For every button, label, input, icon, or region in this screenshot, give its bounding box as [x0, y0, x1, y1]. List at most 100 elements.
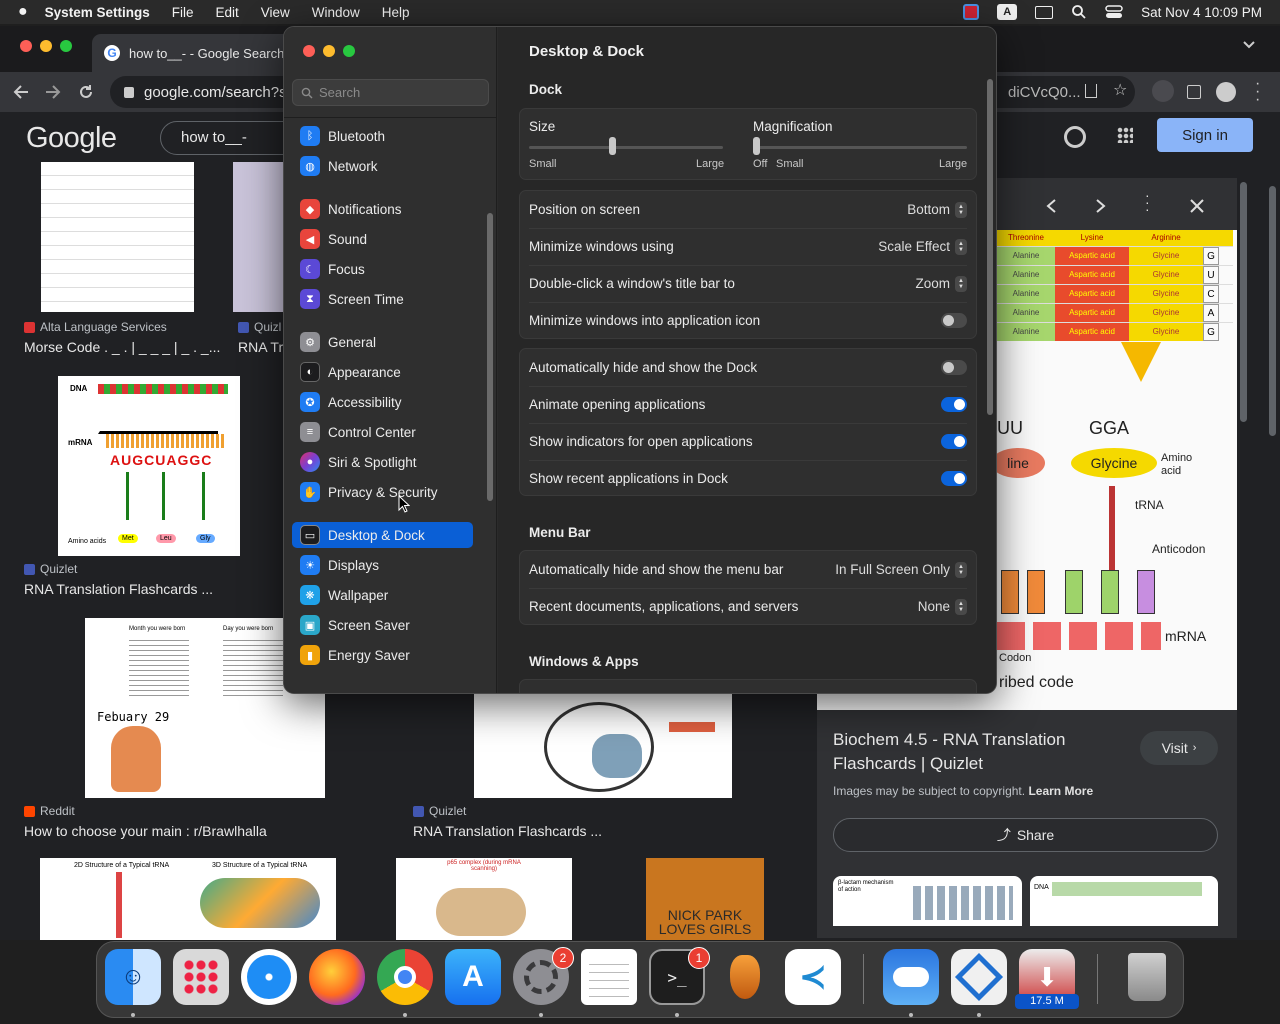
close-window-button[interactable]	[20, 40, 32, 52]
back-arrow-icon[interactable]	[13, 84, 29, 100]
sidebar-item-general[interactable]: ⚙ General	[292, 329, 473, 355]
position-on-screen-popup[interactable]: Bottom ▲ ▼	[907, 201, 967, 218]
sidebar-item-wallpaper[interactable]: ❋ Wallpaper	[292, 582, 473, 608]
menu-window[interactable]: Window	[312, 5, 360, 20]
input-source-icon[interactable]: A	[997, 4, 1018, 20]
related-image[interactable]: DNA	[1030, 876, 1218, 926]
related-image[interactable]: β-lactam mechanism of action	[833, 876, 1022, 926]
close-panel-icon[interactable]	[1189, 198, 1205, 214]
prev-image-chevron-icon[interactable]	[1045, 198, 1057, 214]
google-logo[interactable]: Google	[26, 122, 117, 155]
sign-in-button[interactable]: Sign in	[1157, 118, 1253, 152]
sidebar-item-privacy-security[interactable]: ✋ Privacy & Security	[292, 479, 473, 505]
browser-tab[interactable]: G how to__- - Google Search	[92, 34, 292, 72]
panel-result-title[interactable]: Biochem 4.5 - RNA Translation Flashcards…	[833, 728, 1123, 776]
result-source[interactable]: Quizlet	[413, 804, 466, 818]
chrome-icon[interactable]	[377, 949, 433, 1005]
sidebar-item-screen-time[interactable]: ⧗ Screen Time	[292, 286, 473, 312]
magnification-slider-knob[interactable]	[753, 137, 760, 155]
textedit-icon[interactable]	[581, 949, 637, 1005]
sidebar-item-control-center[interactable]: ≡ Control Center	[292, 419, 473, 445]
reload-icon[interactable]	[78, 84, 94, 100]
ribosome-cycle-image[interactable]	[474, 694, 732, 798]
sidebar-item-displays[interactable]: ☀ Displays	[292, 552, 473, 578]
sidebar-item-accessibility[interactable]: ✪ Accessibility	[292, 389, 473, 415]
vscode-icon[interactable]: ≺	[785, 949, 841, 1005]
rna-translation-image[interactable]: DNA mRNA AUGCUAGGC Amino acids Met Leu G…	[58, 376, 240, 556]
result-title[interactable]: Morse Code . _ . | _ _ _ | _ . _...	[24, 339, 220, 355]
morse-code-image[interactable]	[41, 162, 194, 312]
menu-file[interactable]: File	[172, 5, 194, 20]
control-center-icon[interactable]	[1105, 5, 1123, 19]
sidebar-item-network[interactable]: ◍ Network	[292, 153, 473, 179]
more-options-icon[interactable]: · · ·	[1145, 188, 1150, 216]
animate-opening-toggle[interactable]	[941, 397, 967, 412]
book-cover-image[interactable]: NICK PARK LOVES GIRLS	[646, 858, 764, 940]
share-button[interactable]: ⤴ Share	[833, 818, 1218, 852]
menubar-clock[interactable]: Sat Nov 4 10:09 PM	[1141, 5, 1262, 20]
safari-icon[interactable]	[241, 949, 297, 1005]
auto-hide-menu-bar-popup[interactable]: In Full Screen Only ▲ ▼	[835, 561, 967, 578]
google-apps-grid-icon[interactable]	[1117, 127, 1133, 143]
sidebar-item-energy-saver[interactable]: ▮ Energy Saver	[292, 642, 473, 668]
result-source[interactable]: Alta Language Services	[24, 320, 167, 334]
tab-search-chevron-icon[interactable]	[1242, 40, 1256, 50]
sidebar-item-sound[interactable]: ◀ Sound	[292, 226, 473, 252]
remote-desktop-icon[interactable]	[951, 949, 1007, 1005]
sidebar-item-appearance[interactable]: ◐ Appearance	[292, 359, 473, 385]
settings-gear-icon[interactable]	[1064, 126, 1086, 148]
screen-mirroring-icon[interactable]	[1035, 5, 1054, 19]
minimize-window-button[interactable]	[323, 45, 335, 57]
forward-arrow-icon[interactable]	[45, 84, 61, 100]
zoom-window-button[interactable]	[343, 45, 355, 57]
garageband-icon[interactable]	[717, 949, 773, 1005]
settings-search-input[interactable]: Search	[292, 79, 489, 106]
page-scrollbar[interactable]	[1269, 186, 1276, 436]
show-recent-apps-toggle[interactable]	[941, 471, 967, 486]
google-search-input[interactable]: how to__-	[160, 121, 300, 155]
finder-icon[interactable]: ☺	[105, 949, 161, 1005]
launchpad-icon[interactable]	[173, 949, 229, 1005]
learn-more-link[interactable]: Learn More	[1028, 784, 1093, 798]
sidebar-item-screen-saver[interactable]: ▣ Screen Saver	[292, 612, 473, 638]
result-title[interactable]: RNA Translation Flashcards ...	[413, 823, 602, 839]
minimize-into-icon-toggle[interactable]	[941, 313, 967, 328]
size-slider-knob[interactable]	[609, 137, 617, 155]
recent-items-popup[interactable]: None ▲ ▼	[918, 598, 967, 615]
sidebar-item-focus[interactable]: ☾ Focus	[292, 256, 473, 282]
spotlight-search-icon[interactable]	[1071, 4, 1087, 20]
partial-result-image[interactable]	[233, 162, 283, 312]
firefox-icon[interactable]	[309, 949, 365, 1005]
sidebar-item-notifications[interactable]: ◆ Notifications	[292, 196, 473, 222]
result-title[interactable]: RNA Translation Flashcards ...	[24, 581, 213, 597]
panel-scrollbar[interactable]	[1240, 182, 1247, 422]
menu-help[interactable]: Help	[382, 5, 410, 20]
menu-view[interactable]: View	[261, 5, 290, 20]
browser-menu-icon[interactable]: · · ·	[1255, 76, 1260, 108]
next-image-chevron-icon[interactable]	[1095, 198, 1107, 214]
p65-complex-image[interactable]: p65 complex (during mRNA scanning)	[396, 858, 572, 940]
show-indicators-toggle[interactable]	[941, 434, 967, 449]
result-title[interactable]: RNA Tr	[238, 339, 283, 355]
weather-icon[interactable]	[883, 949, 939, 1005]
sidebar-scrollbar[interactable]	[487, 213, 493, 501]
auto-hide-dock-toggle[interactable]	[941, 360, 967, 375]
bookmark-star-icon[interactable]: ☆	[1113, 80, 1127, 100]
share-page-icon[interactable]	[1085, 84, 1097, 98]
minimize-window-button[interactable]	[40, 40, 52, 52]
apple-menu-icon[interactable]: ●	[18, 3, 28, 21]
result-source[interactable]: Reddit	[24, 804, 75, 818]
app-store-icon[interactable]: A	[445, 949, 501, 1005]
minimize-effect-popup[interactable]: Scale Effect ▲ ▼	[878, 238, 967, 255]
result-source[interactable]: Quizl	[238, 320, 281, 334]
double-click-title-bar-popup[interactable]: Zoom ▲ ▼	[915, 275, 967, 292]
sidebar-item-bluetooth[interactable]: ᛒ Bluetooth	[292, 123, 473, 149]
visit-button[interactable]: Visit ›	[1140, 731, 1218, 765]
remote-desktop-status-icon[interactable]	[963, 4, 980, 20]
app-menu[interactable]: System Settings	[45, 5, 150, 20]
side-panel-icon[interactable]	[1187, 85, 1201, 99]
sidebar-item-desktop-dock[interactable]: ▭ Desktop & Dock	[292, 522, 473, 548]
result-source[interactable]: Quizlet	[24, 562, 77, 576]
trash-icon[interactable]	[1119, 949, 1175, 1005]
close-window-button[interactable]	[303, 45, 315, 57]
